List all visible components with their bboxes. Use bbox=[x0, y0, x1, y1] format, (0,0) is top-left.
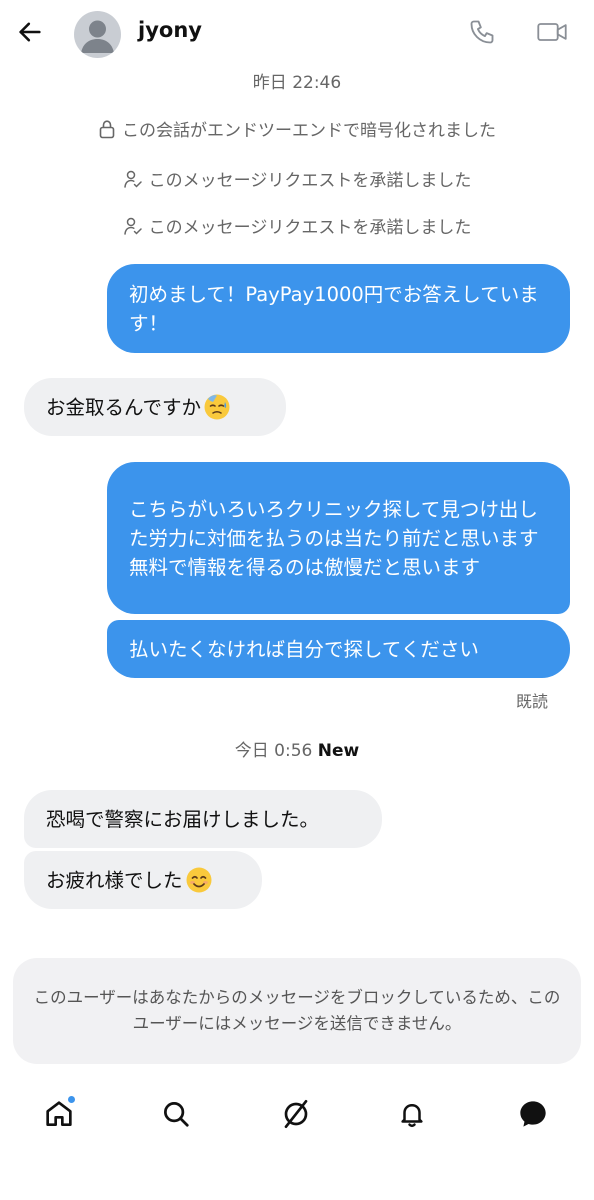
nav-messages-button[interactable] bbox=[511, 1092, 555, 1136]
nav-notifications-button[interactable] bbox=[390, 1092, 434, 1136]
read-receipt: 既読 bbox=[515, 692, 548, 711]
messages-icon bbox=[520, 1101, 546, 1127]
message-text: 払いたくなければ自分で探してください bbox=[129, 637, 479, 661]
conversation-username[interactable]: jyony bbox=[138, 18, 202, 42]
timestamp-today: 今日 0:56 New bbox=[0, 736, 594, 761]
outgoing-message-bubble[interactable]: 初めまして！PayPay1000円でお答えしています！ bbox=[107, 264, 570, 353]
message-text: お金取るんですか bbox=[46, 395, 202, 419]
video-call-button[interactable] bbox=[534, 14, 570, 50]
message-text: 初めまして！PayPay1000円でお答えしています！ bbox=[129, 282, 539, 335]
timestamp-yesterday: 昨日 22:46 bbox=[252, 73, 342, 93]
encryption-notice-text: この会話がエンドツーエンドで暗号化されました bbox=[122, 121, 496, 141]
person-check-icon bbox=[123, 170, 142, 188]
incoming-message-bubble[interactable]: 恐喝で警察にお届けしました。 bbox=[24, 790, 382, 848]
outgoing-message-bubble[interactable]: 払いたくなければ自分で探してください bbox=[107, 620, 570, 678]
blocked-notice-text: このユーザーはあなたからのメッセージをブロックしているため、このユーザーにはメッ… bbox=[33, 988, 561, 1033]
notification-dot bbox=[68, 1096, 75, 1103]
sweat-face-emoji-icon bbox=[204, 394, 230, 420]
search-icon bbox=[164, 1102, 189, 1127]
arrow-left-icon bbox=[19, 22, 41, 42]
message-text: お疲れ様でした bbox=[46, 868, 183, 892]
request-accepted-notice: このメッセージリクエストを承諾しました bbox=[0, 166, 594, 191]
encryption-notice: この会話がエンドツーエンドで暗号化されました bbox=[0, 116, 594, 141]
explore-icon bbox=[284, 1100, 308, 1128]
bell-icon bbox=[401, 1104, 423, 1128]
incoming-message-bubble[interactable]: お金取るんですか bbox=[24, 378, 286, 436]
nav-home-button[interactable] bbox=[37, 1092, 81, 1136]
smiling-face-emoji-icon bbox=[186, 867, 212, 893]
avatar[interactable] bbox=[74, 11, 121, 58]
message-text: 恐喝で警察にお届けしました。 bbox=[46, 807, 320, 831]
bottom-nav bbox=[0, 1080, 594, 1150]
blocked-notice: このユーザーはあなたからのメッセージをブロックしているため、このユーザーにはメッ… bbox=[13, 958, 581, 1064]
lock-icon bbox=[99, 119, 115, 138]
message-text: こちらがいろいろクリニック探して見つけ出した労力に対価を払うのは当たり前だと思い… bbox=[129, 497, 539, 579]
video-camera-icon bbox=[537, 23, 567, 41]
incoming-message-bubble[interactable]: お疲れ様でした bbox=[24, 851, 262, 909]
person-check-icon bbox=[123, 217, 142, 235]
new-label: New bbox=[317, 741, 360, 761]
outgoing-message-bubble[interactable]: こちらがいろいろクリニック探して見つけ出した労力に対価を払うのは当たり前だと思い… bbox=[107, 462, 570, 614]
conversation-header: jyony bbox=[0, 0, 594, 66]
phone-icon bbox=[470, 20, 494, 44]
dm-conversation-screen: jyony 昨日 22:46 この会話がエンドツーエンドで暗号化されました この bbox=[0, 0, 594, 1200]
request-accepted-text: このメッセージリクエストを承諾しました bbox=[148, 171, 472, 191]
default-avatar-icon bbox=[81, 20, 114, 53]
back-button[interactable] bbox=[12, 14, 48, 50]
timestamp-today-text: 今日 0:56 bbox=[234, 741, 313, 761]
voice-call-button[interactable] bbox=[464, 14, 500, 50]
nav-explore-button[interactable] bbox=[274, 1092, 318, 1136]
nav-search-button[interactable] bbox=[154, 1092, 198, 1136]
request-accepted-text: このメッセージリクエストを承諾しました bbox=[148, 218, 472, 238]
request-accepted-notice: このメッセージリクエストを承諾しました bbox=[0, 213, 594, 238]
